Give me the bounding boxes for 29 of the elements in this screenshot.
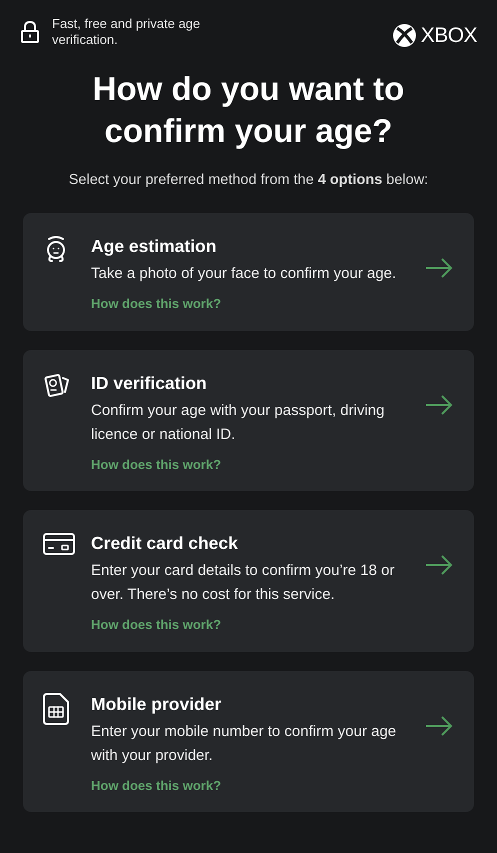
option-description: Confirm your age with your passport, driving licence or national ID.: [91, 400, 386, 445]
option-title: Age estimation: [91, 235, 218, 258]
lock-icon: [20, 20, 40, 44]
how-it-works-link[interactable]: How does this work?: [91, 454, 222, 474]
option-description: Take a photo of your face to confirm your age.: [91, 264, 398, 284]
option-description: Enter your card details to confirm you’re 18 or over. There’s no cost for this service.: [91, 561, 396, 606]
option-title: Mobile provider: [91, 692, 222, 715]
arrow-right-icon[interactable]: [424, 257, 454, 280]
option-card[interactable]: Credit card check Enter your card details to confirm you’re 18 or over. There’s no cost for this service. How does this work?: [23, 510, 474, 652]
arrow-right-icon[interactable]: [424, 554, 454, 576]
how-it-works-link[interactable]: How does this work?: [91, 615, 222, 635]
subtitle: Select your preferred method from the 4 options below:: [68, 170, 430, 190]
option-card[interactable]: Age estimation Take a photo of your face to confirm your age. How does this work?: [23, 213, 474, 331]
tagline: Fast, free and private age verification.: [52, 16, 202, 48]
arrow-right-icon[interactable]: [424, 714, 454, 737]
option-card[interactable]: Mobile provider Enter your mobile number to confirm your age with your provider. How does this work?: [23, 670, 474, 812]
option-title: Credit card check: [91, 532, 239, 554]
how-it-works-link[interactable]: How does this work?: [91, 776, 222, 796]
page-title: How do you want to confirm your age?: [92, 68, 406, 151]
option-card[interactable]: ID verification Confirm your age with your passport, driving licence or national ID. How does this work?: [23, 350, 474, 492]
how-it-works-link[interactable]: How does this work?: [91, 294, 222, 314]
brand-name: XBOX: [420, 23, 477, 49]
passport-icon: [43, 372, 71, 400]
option-title: ID verification: [91, 372, 208, 394]
option-description: Enter your mobile number to confirm your age with your provider.: [91, 722, 398, 766]
arrow-right-icon[interactable]: [424, 394, 454, 416]
sim-card-icon: [43, 692, 69, 725]
credit-card-icon: [43, 532, 75, 556]
logo-icon: [392, 23, 417, 48]
